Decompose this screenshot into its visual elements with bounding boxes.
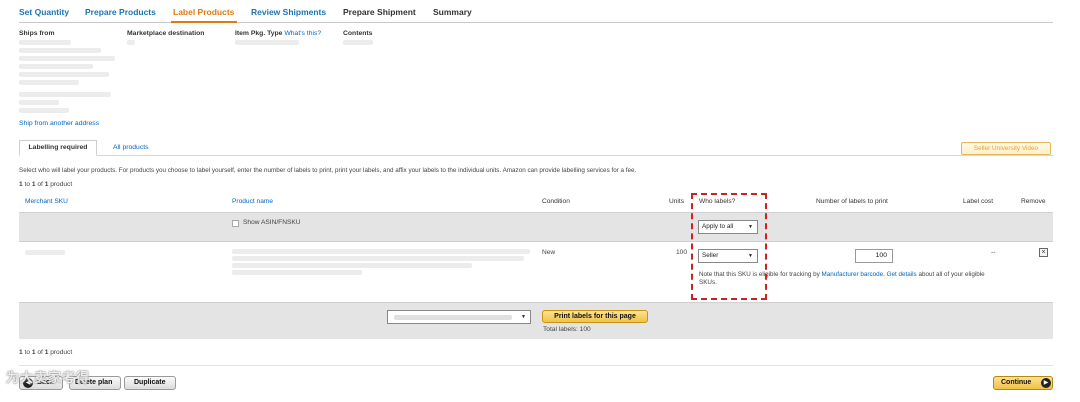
continue-arrow-icon: ▶ [1041, 378, 1051, 388]
column-label-cost: Label cost [963, 198, 994, 205]
step-prepare-products[interactable]: Prepare Products [85, 7, 156, 17]
manufacturer-barcode-link[interactable]: Manufacturer barcode [822, 271, 884, 278]
tabs-divider [19, 155, 1053, 156]
step-review-shipments[interactable]: Review Shipments [251, 7, 326, 17]
footer-divider [19, 365, 1053, 366]
chevron-down-icon: ▼ [521, 314, 526, 320]
ship-from-another-address-link[interactable]: Ship from another address [19, 120, 99, 127]
who-labels-highlight [691, 193, 767, 300]
step-label-products[interactable]: Label Products [173, 7, 234, 17]
whats-this-link[interactable]: What's this? [284, 30, 321, 37]
show-asin-label: Show ASIN/FNSKU [243, 219, 301, 226]
label-size-select[interactable]: ▼ [387, 310, 531, 324]
item-pkg-type-label: Item Pkg. Type [235, 30, 283, 37]
active-step-indicator [171, 21, 237, 23]
step-prepare-shipment: Prepare Shipment [343, 7, 416, 17]
get-details-link[interactable]: Get details [887, 271, 917, 278]
pagination-top: 1 to 1 of 1 product [19, 181, 73, 188]
column-remove: Remove [1021, 198, 1046, 205]
tab-labelling-required[interactable]: Labelling required [19, 140, 97, 156]
label-cost-value: -- [991, 249, 996, 256]
show-asin-checkbox[interactable] [232, 220, 239, 227]
column-number-of-labels: Number of labels to print [816, 198, 888, 205]
remove-icon[interactable]: × [1039, 248, 1048, 257]
number-of-labels-input[interactable]: 100 [855, 249, 893, 263]
marketplace-heading: Marketplace destination [127, 30, 205, 37]
table-divider-mid [19, 241, 1053, 242]
print-labels-button[interactable]: Print labels for this page [542, 310, 648, 323]
ships-from-heading: Ships from [19, 30, 55, 37]
duplicate-button[interactable]: Duplicate [124, 376, 176, 390]
total-labels: Total labels: 100 [543, 326, 591, 333]
watermark: 为大卖家考得 [6, 370, 91, 385]
contents-heading: Contents [343, 30, 373, 37]
merchant-sku-value [25, 250, 65, 255]
step-set-quantity[interactable]: Set Quantity [19, 7, 69, 17]
column-merchant-sku[interactable]: Merchant SKU [25, 198, 68, 205]
labelling-instructions: Select who will label your products. For… [19, 167, 637, 174]
print-labels-row [19, 303, 1053, 339]
column-units: Units [669, 198, 685, 205]
workflow-steps: Set Quantity Prepare Products Label Prod… [19, 5, 1053, 23]
continue-button[interactable]: Continue ▶ [993, 376, 1053, 390]
table-divider-top [19, 212, 1053, 213]
condition-value: New [542, 249, 556, 256]
seller-university-video-button[interactable]: Seller University Video [961, 142, 1051, 155]
column-condition: Condition [542, 198, 570, 205]
column-product-name[interactable]: Product name [232, 198, 273, 205]
step-summary: Summary [433, 7, 472, 17]
apply-to-all-row [19, 212, 1053, 241]
item-pkg-type-heading: Item Pkg. Type What's this? [235, 30, 321, 37]
tab-all-products[interactable]: All products [113, 144, 149, 151]
units-value: 100 [676, 249, 688, 256]
pagination-bottom: 1 to 1 of 1 product [19, 349, 73, 356]
